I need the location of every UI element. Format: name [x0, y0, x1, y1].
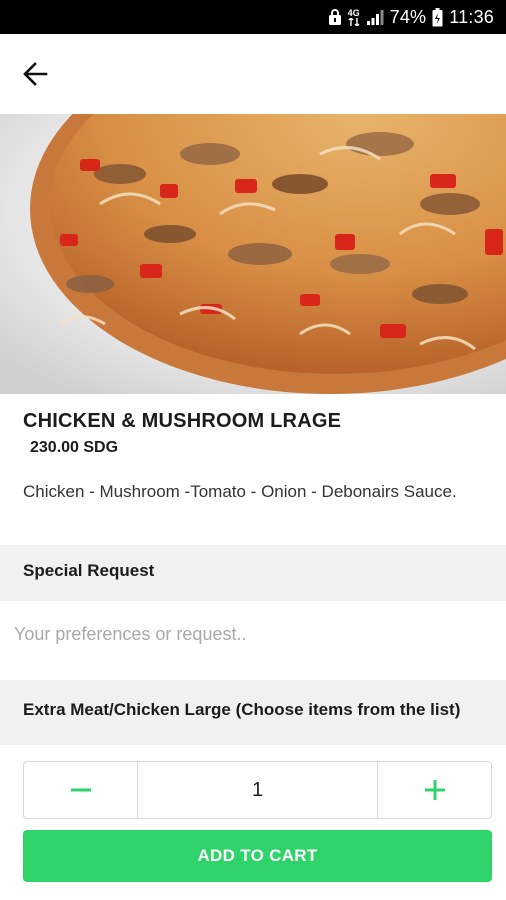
lock-icon [328, 8, 342, 26]
product-description: Chicken - Mushroom -Tomato - Onion - Deb… [23, 482, 457, 501]
decrease-quantity-button[interactable] [24, 762, 137, 818]
status-bar: 4G 74% 11:36 [0, 0, 506, 34]
increase-quantity-button[interactable] [378, 762, 491, 818]
signal-icon [366, 8, 384, 26]
pizza-illustration [0, 114, 506, 394]
bottom-panel: 1 ADD TO CART [0, 745, 506, 900]
clock: 11:36 [449, 6, 494, 27]
product-title: CHICKEN & MUSHROOM LRAGE [23, 410, 342, 432]
special-request-header: Special Request [0, 545, 506, 601]
quantity-stepper: 1 [23, 761, 492, 819]
app-bar [0, 34, 506, 114]
arrow-left-icon [22, 61, 48, 87]
back-button[interactable] [18, 57, 52, 91]
minus-icon [69, 778, 93, 802]
network-icon: 4G [347, 7, 360, 26]
battery-icon [432, 7, 443, 27]
special-request-input[interactable] [0, 601, 506, 667]
quantity-value: 1 [137, 762, 378, 818]
product-image [0, 114, 506, 394]
network-label: 4G [347, 7, 360, 18]
extras-header: Extra Meat/Chicken Large (Choose items f… [0, 680, 506, 750]
plus-icon [423, 778, 447, 802]
product-price: 230.00 SDG [30, 439, 119, 456]
battery-percent: 74% [389, 6, 427, 27]
add-to-cart-button[interactable]: ADD TO CART [23, 830, 492, 882]
